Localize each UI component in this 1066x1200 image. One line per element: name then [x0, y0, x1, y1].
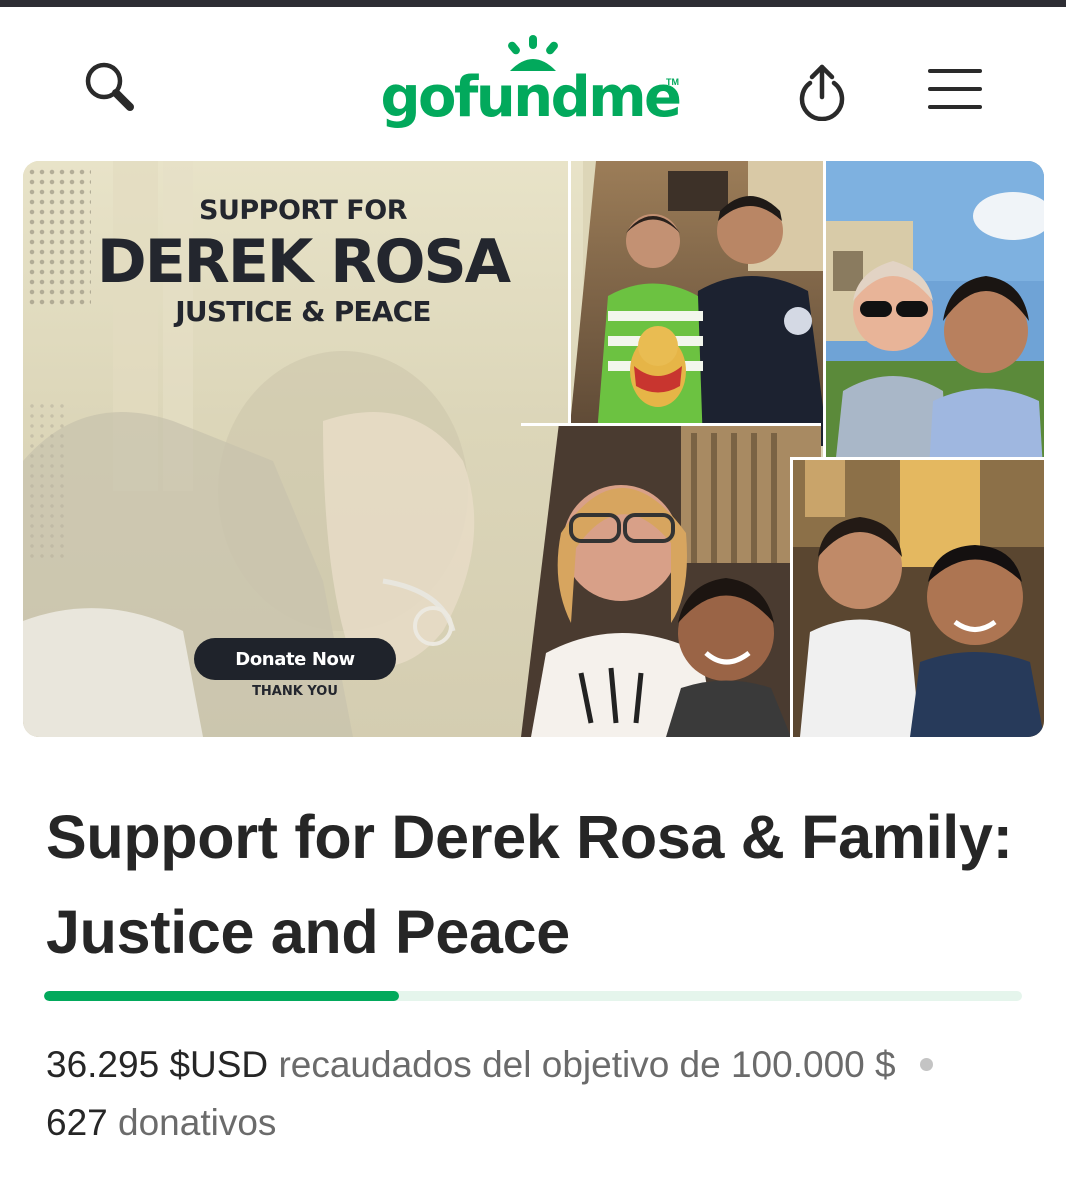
search-button[interactable]: [70, 47, 150, 127]
donations-label: donativos: [118, 1102, 277, 1143]
collage-photo-grandmother-teen: [823, 161, 1044, 486]
status-bar-edge: [0, 0, 1066, 7]
separator-dot: [919, 1057, 933, 1071]
menu-button[interactable]: [915, 49, 995, 129]
top-header: gofundme TM: [0, 7, 1066, 157]
hero-thank-you: THANK YOU: [252, 684, 338, 699]
hero-heading-name: DEREK ROSA: [96, 227, 511, 297]
collage-photo-father-son: [790, 457, 1044, 737]
goal-text: recaudados del objetivo de 100.000 $: [278, 1044, 896, 1085]
campaign-hero-image[interactable]: SUPPORT FOR DEREK ROSA JUSTICE & PEACE D…: [23, 161, 1044, 737]
share-button[interactable]: [782, 49, 862, 129]
upload-share-icon: [799, 64, 845, 121]
campaign-page: gofundme TM SUPPORT FOR DEREK ROSA JUSTI…: [0, 0, 1066, 1200]
hamburger-menu-icon: [928, 69, 982, 109]
search-icon: [85, 62, 134, 111]
hero-donate-badge: Donate Now: [194, 638, 396, 680]
campaign-title: Support for Derek Rosa & Family: Justice…: [46, 803, 1013, 966]
donations-count: 627: [46, 1102, 108, 1143]
logo-wordmark: gofundme: [380, 65, 682, 130]
hero-heading-small: SUPPORT FOR: [199, 195, 407, 226]
hero-banner-graphic: SUPPORT FOR DEREK ROSA JUSTICE & PEACE D…: [23, 161, 583, 737]
fundraising-progress-bar: [44, 991, 1022, 1001]
fundraising-stats: 36.295 $USD recaudados del objetivo de 1…: [46, 1036, 1036, 1152]
hero-heading-subtitle: JUSTICE & PEACE: [175, 295, 431, 328]
collage-photo-woman-boy: [521, 423, 821, 737]
gofundme-logo[interactable]: gofundme TM: [380, 31, 690, 141]
trademark-mark: TM: [666, 77, 679, 87]
raised-currency: $USD: [169, 1044, 269, 1085]
collage-photo-officer-child: [568, 161, 858, 446]
progress-bar-fill: [44, 991, 399, 1001]
raised-amount: 36.295: [46, 1044, 160, 1085]
dot-pattern: [27, 401, 67, 561]
